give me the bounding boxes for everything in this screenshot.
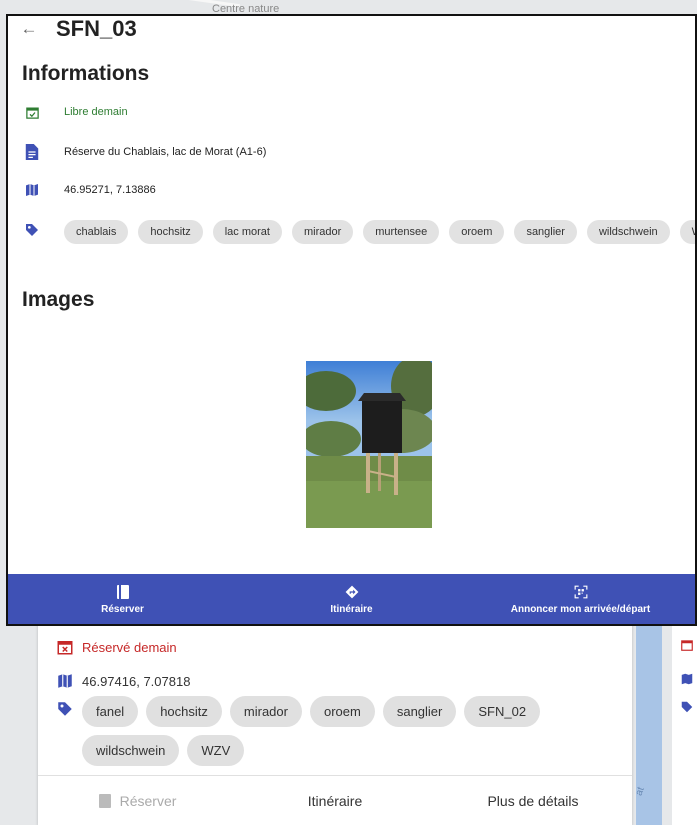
reserve-button[interactable]: Réserver [38,793,236,809]
tag-chip[interactable]: mirador [291,220,354,244]
reserve-label: Réserver [101,604,144,615]
tag-chip[interactable]: oroem [449,220,505,244]
reservation-status: Réservé demain [56,638,177,656]
reservation-status-text: Réservé demain [82,639,177,655]
coordinates-row: 46.95271, 7.13886 [24,182,156,198]
reserve-label: Réserver [119,792,177,809]
stand-coordinates: 46.97416, 7.07818 [56,672,190,690]
tag-chip[interactable]: lac morat [212,220,282,244]
tag-chip[interactable]: sanglier [382,696,457,727]
tag-list: fanel hochsitz mirador oroem sanglier SF… [56,696,616,766]
document-icon [25,144,39,160]
tag-chip[interactable]: mirador [229,696,302,727]
dialog-header: ← SFN_03 [8,16,695,42]
action-bar: Réserver Itinéraire Annoncer mon arrivée… [8,574,695,624]
description-text: Réserve du Chablais, lac de Morat (A1-6) [64,146,267,158]
tag-chip[interactable]: oroem [309,696,375,727]
map-icon [58,674,72,688]
stand-detail-dialog: ← SFN_03 Informations Libre demain Réser… [6,14,697,626]
tag-icon [681,701,693,713]
tag-chip[interactable]: SFN_02 [464,696,541,727]
availability-text: Libre demain [64,106,128,118]
itinerary-button[interactable]: Itinéraire [237,585,466,615]
tag-chip[interactable]: sanglier [514,220,577,244]
background-stand-card: Réservé demain 46.97416, 7.07818 fanel h… [38,600,632,825]
book-icon [98,793,111,808]
tags-row-icon [24,222,64,238]
qr-scan-icon [574,585,587,599]
calendar-cancel-icon [57,641,73,655]
hunting-stand-photo [306,361,432,528]
tag-chip[interactable]: wildschwein [586,220,670,244]
details-button[interactable]: Plus de détails [434,793,632,809]
announce-label: Annoncer mon arrivée/départ [510,604,651,615]
tag-chip[interactable]: wildschwein [82,735,180,766]
map-icon [681,673,693,685]
card-actions: Réserver Itinéraire Plus de détails [38,775,632,825]
tag-chip[interactable]: hochsitz [146,696,222,727]
availability-row: Libre demain [24,104,128,120]
itinerary-label: Itinéraire [330,604,373,615]
stand-photo[interactable] [306,361,432,528]
tag-chip[interactable]: WZV [187,735,245,766]
coordinates-text: 46.95271, 7.13886 [64,184,156,196]
calendar-check-icon [25,107,39,119]
informations-heading: Informations [22,62,150,85]
tag-chip[interactable]: WZV [679,220,695,244]
description-row: Réserve du Chablais, lac de Morat (A1-6) [24,144,266,160]
book-icon [116,585,129,599]
tag-chip[interactable]: murtensee [363,220,440,244]
tag-list: chablais hochsitz lac morat mirador murt… [64,220,695,244]
tag-chip[interactable]: chablais [64,220,129,244]
directions-icon [345,585,358,599]
coordinates-text: 46.97416, 7.07818 [82,673,191,689]
announce-button[interactable]: Annoncer mon arrivée/départ [466,585,695,615]
tag-chip[interactable]: fanel [82,696,139,727]
next-stand-card-edge [672,600,697,825]
map-icon [26,184,38,196]
itinerary-button[interactable]: Itinéraire [236,793,434,809]
reserve-button[interactable]: Réserver [8,585,237,615]
calendar-cancel-icon [681,640,693,651]
stand-title: SFN_03 [56,16,137,41]
tag-icon [26,224,38,236]
back-arrow-icon[interactable]: ← [14,19,44,39]
images-heading: Images [22,288,95,311]
tag-chip[interactable]: hochsitz [138,220,203,244]
